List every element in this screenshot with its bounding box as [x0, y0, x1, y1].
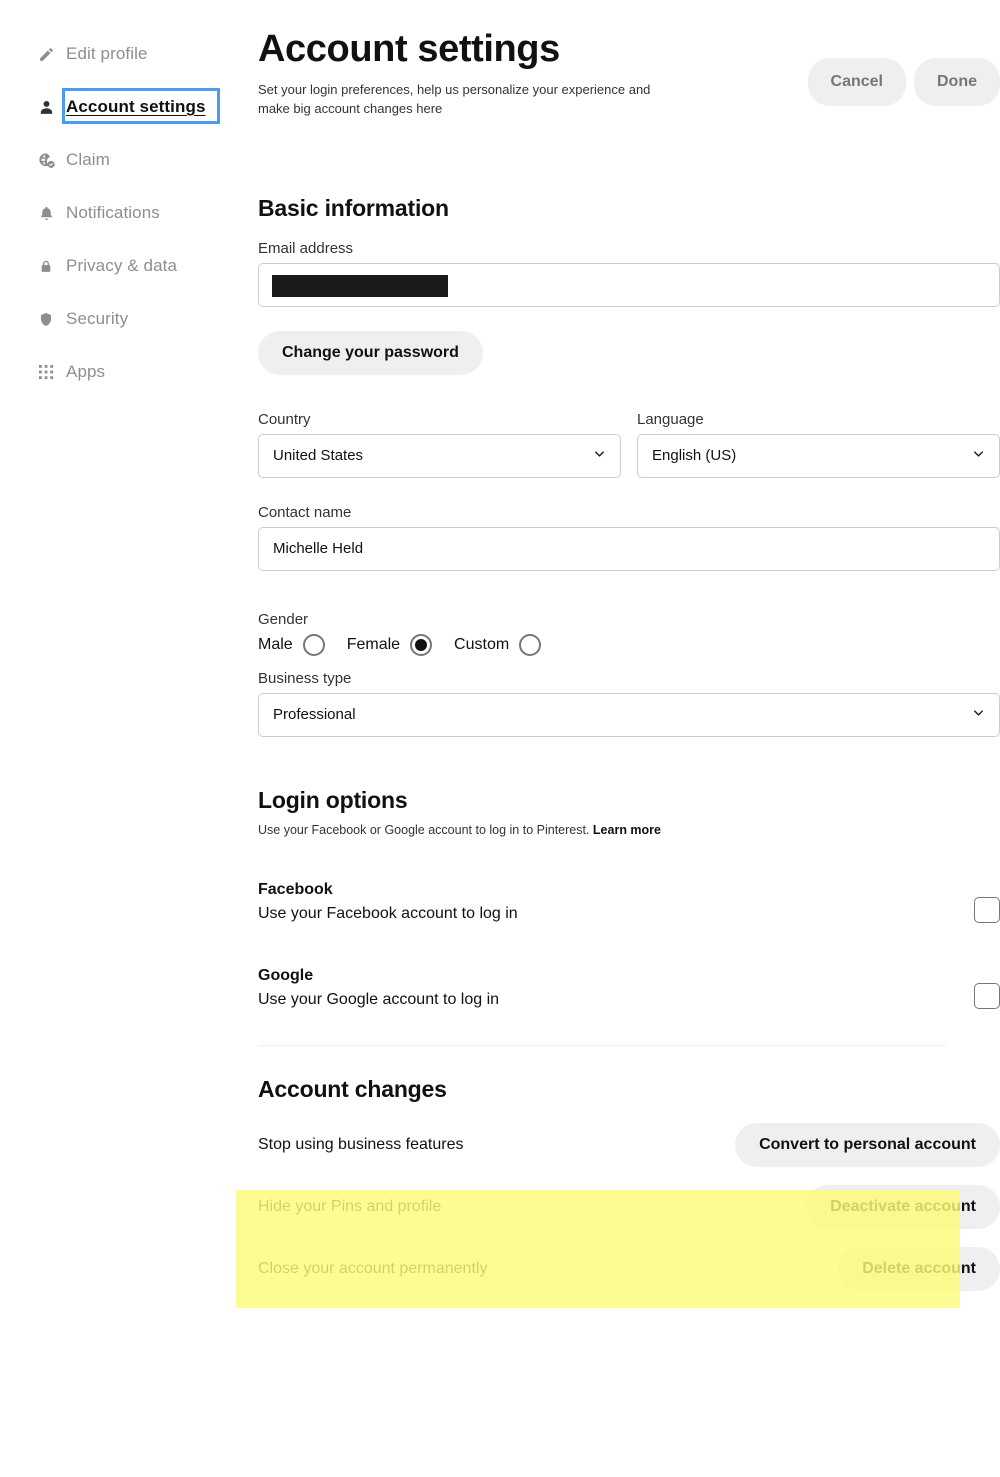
account-changes-heading: Account changes: [258, 1075, 447, 1102]
business-type-select[interactable]: Professional: [258, 692, 1000, 737]
account-change-label: Stop using business features: [258, 1135, 464, 1153]
business-type-label: Business type: [258, 669, 352, 687]
account-change-row: Hide your Pins and profile Deactivate ac…: [258, 1179, 1000, 1235]
country-language-row: Country United States Language English (…: [258, 411, 1000, 478]
sidebar-item-label: Account settings: [66, 97, 206, 116]
grid-dots-icon: [36, 362, 56, 382]
sidebar-item-edit-profile[interactable]: Edit profile: [0, 38, 250, 70]
language-select[interactable]: English (US): [637, 433, 1000, 478]
facebook-login-checkbox[interactable]: [974, 896, 1000, 923]
provider-name: Facebook: [258, 880, 333, 898]
language-value: English (US): [652, 447, 737, 465]
account-settings-page: Edit profile Account settings Claim Noti…: [0, 0, 1000, 1477]
sidebar-item-claim[interactable]: Claim: [0, 144, 250, 176]
sidebar-item-account-settings[interactable]: Account settings: [0, 88, 250, 124]
sidebar-item-label: Security: [66, 309, 129, 328]
sidebar-item-privacy-and-data[interactable]: Privacy & data: [0, 250, 250, 282]
page-subtitle: Set your login preferences, help us pers…: [258, 81, 651, 117]
provider-text: Google Use your Google account to log in: [258, 967, 499, 1009]
language-label: Language: [637, 410, 704, 428]
basic-information-heading: Basic information: [258, 194, 449, 221]
gender-radio-male[interactable]: [302, 633, 325, 656]
country-label: Country: [258, 410, 311, 428]
email-redaction-bar: [272, 274, 448, 297]
provider-description: Use your Google account to log in: [258, 990, 500, 1008]
google-login-checkbox[interactable]: [974, 982, 1000, 1009]
sidebar-item-label: Notifications: [66, 203, 160, 222]
gender-option-label: Male: [258, 635, 293, 653]
sidebar-item-label: Apps: [66, 362, 106, 381]
lock-icon: [36, 256, 56, 276]
shield-icon: [36, 309, 56, 329]
login-options-description: Use your Facebook or Google account to l…: [258, 823, 1000, 837]
login-provider-google: Google Use your Google account to log in: [258, 967, 1000, 1009]
done-button[interactable]: Done: [914, 58, 1000, 106]
change-password-group: Change your password: [258, 330, 1000, 375]
login-provider-facebook: Facebook Use your Facebook account to lo…: [258, 881, 1000, 923]
contact-name-field-group: Contact name Michelle Held: [258, 504, 1000, 571]
learn-more-link[interactable]: Learn more: [593, 823, 661, 837]
gender-field-group: Gender Male Female Custom: [258, 611, 1000, 656]
globe-check-icon: [36, 150, 56, 170]
section-divider: [258, 1044, 946, 1046]
gender-radio-female[interactable]: [410, 633, 433, 656]
bell-icon: [36, 203, 56, 223]
cancel-button[interactable]: Cancel: [807, 58, 906, 106]
delete-account-button[interactable]: Delete account: [838, 1246, 1000, 1291]
header-actions: Cancel Done: [807, 58, 1000, 106]
provider-name: Google: [258, 966, 314, 984]
contact-name-input[interactable]: Michelle Held: [258, 526, 1000, 571]
email-label: Email address: [258, 239, 354, 257]
login-options-heading: Login options: [258, 786, 408, 813]
business-type-field-group: Business type Professional: [258, 670, 1000, 737]
email-field-group: Email address: [258, 240, 1000, 307]
person-icon: [36, 97, 56, 117]
chevron-down-icon: [592, 446, 607, 465]
business-type-value: Professional: [273, 706, 356, 724]
gender-label: Gender: [258, 610, 309, 628]
chevron-down-icon: [971, 705, 986, 724]
provider-description: Use your Facebook account to log in: [258, 904, 518, 922]
sidebar-item-apps[interactable]: Apps: [0, 356, 250, 388]
change-password-button[interactable]: Change your password: [258, 330, 483, 375]
settings-main: Account settings Set your login preferen…: [258, 0, 1000, 1297]
settings-sidebar: Edit profile Account settings Claim Noti…: [0, 0, 250, 1477]
provider-text: Facebook Use your Facebook account to lo…: [258, 881, 518, 923]
contact-name-value: Michelle Held: [273, 540, 364, 558]
gender-radio-group: Male Female Custom: [258, 633, 1000, 656]
country-select[interactable]: United States: [258, 433, 621, 478]
email-input[interactable]: [258, 262, 1000, 307]
gender-radio-custom[interactable]: [519, 633, 542, 656]
account-change-label: Close your account permanently: [258, 1259, 488, 1277]
country-field-group: Country United States: [258, 411, 621, 478]
chevron-down-icon: [971, 446, 986, 465]
sidebar-item-label: Claim: [66, 150, 110, 169]
account-change-row: Stop using business features Convert to …: [258, 1117, 1000, 1173]
convert-to-personal-account-button[interactable]: Convert to personal account: [735, 1122, 1000, 1167]
sidebar-item-label: Privacy & data: [66, 256, 178, 275]
language-field-group: Language English (US): [637, 411, 1000, 478]
login-options-description-text: Use your Facebook or Google account to l…: [258, 822, 590, 837]
sidebar-item-label: Edit profile: [66, 44, 148, 63]
account-change-label: Hide your Pins and profile: [258, 1197, 442, 1215]
gender-option-label: Female: [346, 635, 401, 653]
contact-name-label: Contact name: [258, 503, 352, 521]
deactivate-account-button[interactable]: Deactivate account: [806, 1184, 1000, 1229]
sidebar-item-notifications[interactable]: Notifications: [0, 197, 250, 229]
country-value: United States: [273, 447, 364, 465]
sidebar-item-security[interactable]: Security: [0, 303, 250, 335]
account-change-row: Close your account permanently Delete ac…: [258, 1241, 1000, 1297]
gender-option-label: Custom: [454, 635, 510, 653]
pencil-icon: [36, 44, 56, 64]
